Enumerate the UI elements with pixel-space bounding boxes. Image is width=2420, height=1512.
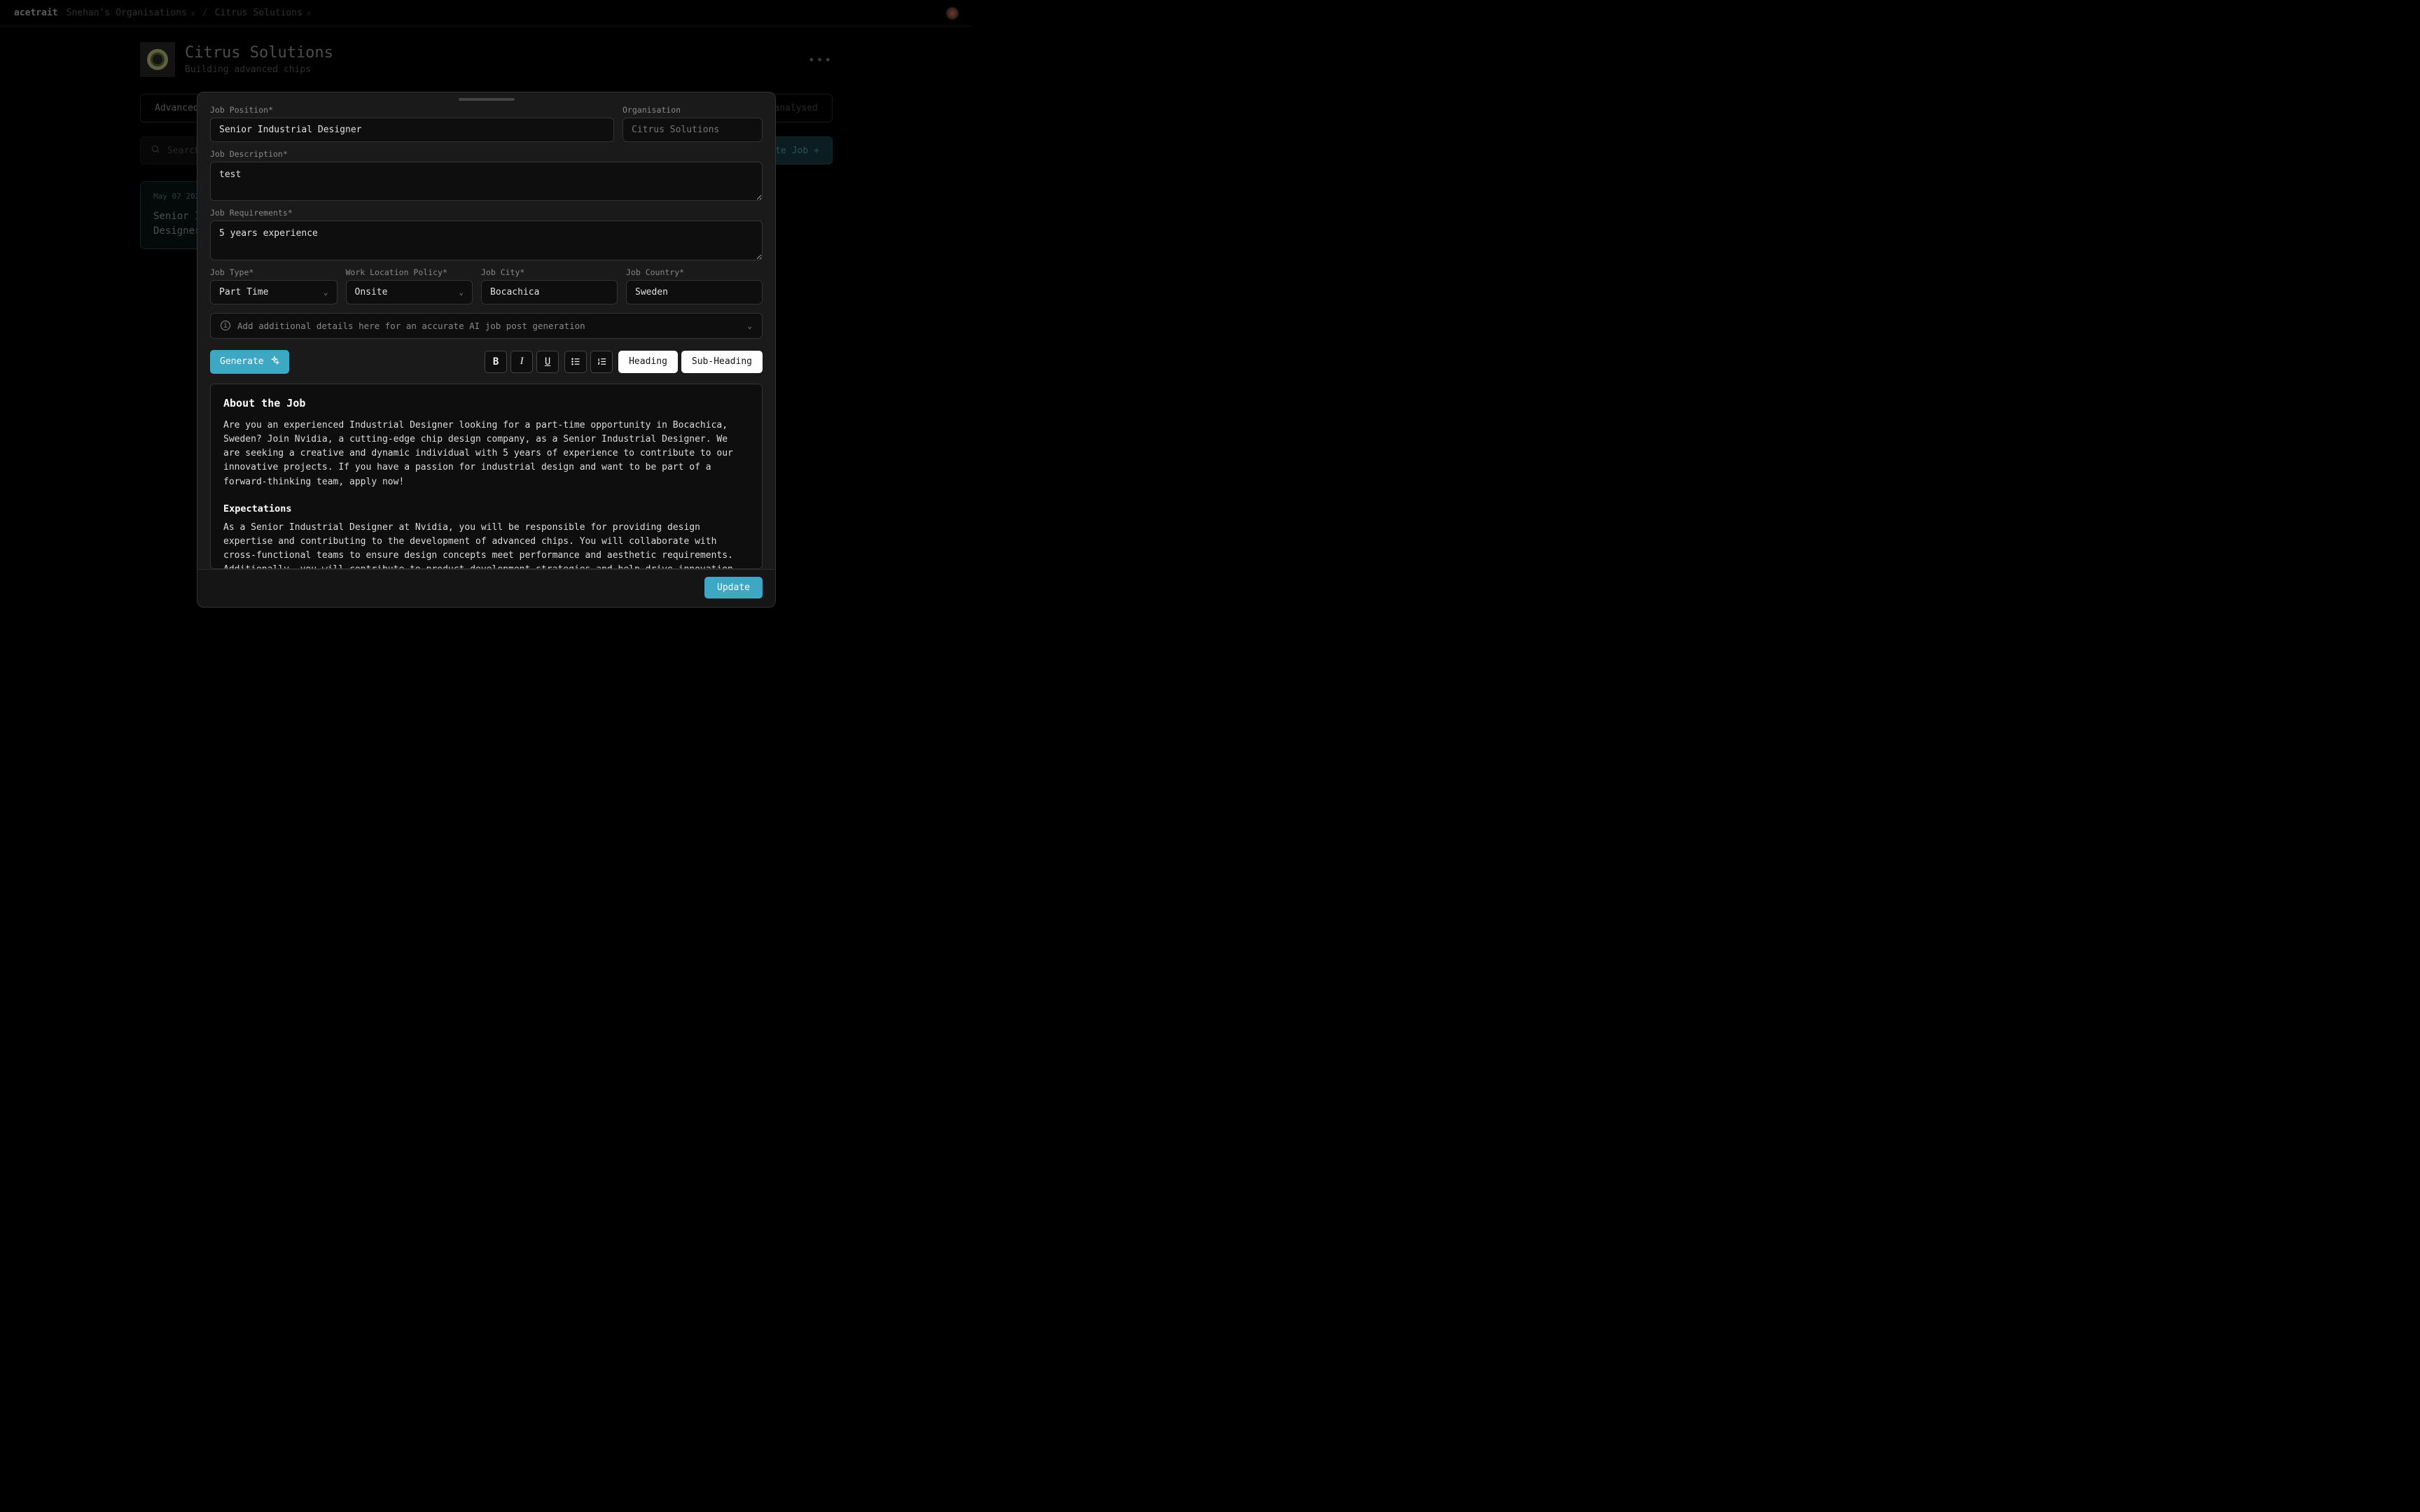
italic-button[interactable]: I [510, 351, 533, 373]
job-city-input[interactable] [481, 280, 618, 304]
italic-icon: I [520, 356, 524, 368]
editor-toolbar: Generate B I U [210, 350, 763, 374]
numbered-list-button[interactable] [590, 351, 613, 373]
editor-paragraph: Are you an experienced Industrial Design… [223, 419, 749, 489]
underline-button[interactable]: U [536, 351, 559, 373]
sparkle-icon [270, 356, 279, 368]
drag-handle[interactable] [459, 98, 515, 101]
job-post-editor[interactable]: About the Job Are you an experienced Ind… [210, 384, 763, 569]
bullet-list-icon [571, 356, 581, 367]
job-position-input[interactable] [210, 118, 614, 142]
label-job-type: Job Type* [210, 267, 338, 277]
bold-icon: B [493, 356, 499, 368]
modal-overlay[interactable]: Job Position* Organisation Job Descripti… [0, 0, 973, 608]
label-job-position: Job Position* [210, 105, 614, 115]
heading-button[interactable]: Heading [618, 351, 678, 373]
work-policy-select[interactable]: Onsite ⌄ [346, 280, 473, 304]
label-work-policy: Work Location Policy* [346, 267, 473, 277]
numbered-list-icon [597, 356, 607, 367]
job-country-input[interactable] [626, 280, 763, 304]
select-value: Part Time [219, 287, 268, 298]
modal-footer: Update [197, 569, 775, 607]
update-button[interactable]: Update [704, 577, 763, 598]
chevron-down-icon: ⌄ [747, 321, 752, 330]
job-requirements-textarea[interactable] [210, 220, 763, 260]
label-job-description: Job Description* [210, 149, 763, 159]
select-value: Onsite [355, 287, 388, 298]
bullet-list-button[interactable] [564, 351, 587, 373]
modal-body: Job Position* Organisation Job Descripti… [197, 105, 775, 569]
label-organisation: Organisation [623, 105, 763, 115]
subheading-button[interactable]: Sub-Heading [681, 351, 763, 373]
editor-heading: About the Job [223, 396, 749, 412]
info-icon: i [221, 321, 230, 330]
editor-paragraph: As a Senior Industrial Designer at Nvidi… [223, 521, 749, 569]
chevron-down-icon: ⌄ [324, 288, 328, 297]
job-description-textarea[interactable] [210, 162, 763, 201]
label-job-city: Job City* [481, 267, 618, 277]
button-label: Generate [220, 356, 264, 367]
label-job-requirements: Job Requirements* [210, 208, 763, 218]
job-type-select[interactable]: Part Time ⌄ [210, 280, 338, 304]
additional-details-toggle[interactable]: i Add additional details here for an acc… [210, 313, 763, 339]
additional-details-label: Add additional details here for an accur… [237, 321, 585, 331]
organisation-input [623, 118, 763, 142]
edit-job-modal: Job Position* Organisation Job Descripti… [197, 92, 776, 608]
chevron-down-icon: ⌄ [459, 288, 464, 297]
editor-heading: Expectations [223, 502, 749, 517]
underline-icon: U [545, 356, 550, 368]
generate-button[interactable]: Generate [210, 350, 289, 374]
label-job-country: Job Country* [626, 267, 763, 277]
bold-button[interactable]: B [485, 351, 507, 373]
